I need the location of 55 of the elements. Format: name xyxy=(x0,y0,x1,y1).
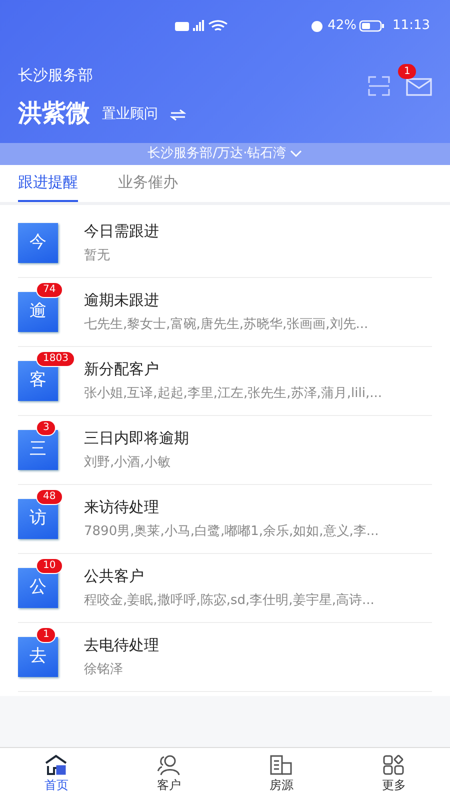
tab[interactable]: 跟进提醒 xyxy=(18,164,78,202)
item-title: 去电待处理 xyxy=(84,634,159,656)
reminder-item[interactable]: 去 1 去电待处理 徐铭泽 xyxy=(18,622,432,692)
grid-icon xyxy=(382,754,406,776)
item-names: 7890男,奥莱,小马,白鹭,嘟嘟1,余乐,如如,意义,李... xyxy=(84,523,379,541)
clock-time: 11:13 xyxy=(392,17,430,36)
battery-percent: 42% xyxy=(328,17,357,36)
reminder-item[interactable]: 今 今日需跟进 暂无 xyxy=(18,208,432,278)
category-icon: 逾 xyxy=(18,292,58,332)
count-badge: 10 xyxy=(36,558,63,574)
people-icon xyxy=(156,754,182,776)
item-names: 暂无 xyxy=(84,247,110,265)
category-icon: 公 xyxy=(18,568,58,608)
reminder-item[interactable]: 三 3 三日内即将逾期 刘野,小酒,小敏 xyxy=(18,416,432,484)
category-icon: 三 xyxy=(18,430,58,470)
item-names: 七先生,黎女士,富碗,唐先生,苏晓华,张画画,刘先... xyxy=(84,316,368,334)
tab[interactable]: 业务催办 xyxy=(118,164,178,202)
category-icon: 访 xyxy=(18,498,58,538)
reminder-item[interactable]: 逾 74 逾期未跟进 七先生,黎女士,富碗,唐先生,苏晓华,张画画,刘先... xyxy=(18,278,432,346)
switch-icon[interactable] xyxy=(170,108,186,120)
count-badge: 1803 xyxy=(36,350,76,366)
nav-tab[interactable]: 首页 xyxy=(0,748,112,800)
item-title: 新分配客户 xyxy=(84,358,159,380)
department-name: 长沙服务部 xyxy=(18,65,93,86)
user-role: 置业顾问 xyxy=(102,105,158,124)
mail-icon[interactable] xyxy=(406,76,432,96)
item-title: 逾期未跟进 xyxy=(84,290,159,310)
chevron-down-icon xyxy=(290,150,302,158)
nav-tab[interactable]: 更多 xyxy=(338,748,450,800)
item-names: 程咬金,姜眠,撒呼呼,陈宓,sd,李仕明,姜宇星,高诗... xyxy=(84,592,374,610)
category-icon: 今 xyxy=(18,222,58,262)
count-badge: 48 xyxy=(36,488,63,504)
battery-icon xyxy=(358,20,385,32)
building-icon xyxy=(269,754,294,776)
nav-tab[interactable]: 客户 xyxy=(112,748,225,800)
count-badge: 74 xyxy=(36,282,63,298)
reminder-item[interactable]: 客 1803 新分配客户 张小姐,互译,起起,李里,江左,张先生,苏泽,蒲月,lili,... xyxy=(18,346,432,416)
item-names: 张小姐,互译,起起,李里,江左,张先生,苏泽,蒲月,lili,... xyxy=(84,385,382,403)
item-title: 来访待处理 xyxy=(84,496,159,518)
scan-icon[interactable] xyxy=(368,76,390,96)
count-badge: 3 xyxy=(36,420,56,436)
item-title: 三日内即将逾期 xyxy=(84,428,189,448)
category-icon: 去 xyxy=(18,636,58,676)
category-icon: 客 xyxy=(18,360,58,400)
reminder-item[interactable]: 访 48 来访待处理 7890男,奥莱,小马,白鹭,嘟嘟1,余乐,如如,意义,李... xyxy=(18,484,432,554)
item-names: 徐铭泽 xyxy=(84,661,123,679)
item-names: 刘野,小酒,小敏 xyxy=(84,454,170,472)
reminder-item[interactable]: 公 10 公共客户 程咬金,姜眠,撒呼呼,陈宓,sd,李仕明,姜宇星,高诗... xyxy=(18,554,432,622)
item-title: 今日需跟进 xyxy=(84,220,159,242)
notification-badge: 1 xyxy=(398,64,416,79)
item-title: 公共客户 xyxy=(84,566,144,586)
home-icon xyxy=(44,754,68,776)
count-badge: 1 xyxy=(36,626,56,642)
user-name: 洪紫微 xyxy=(18,98,90,128)
nav-tab[interactable]: 房源 xyxy=(225,748,338,800)
